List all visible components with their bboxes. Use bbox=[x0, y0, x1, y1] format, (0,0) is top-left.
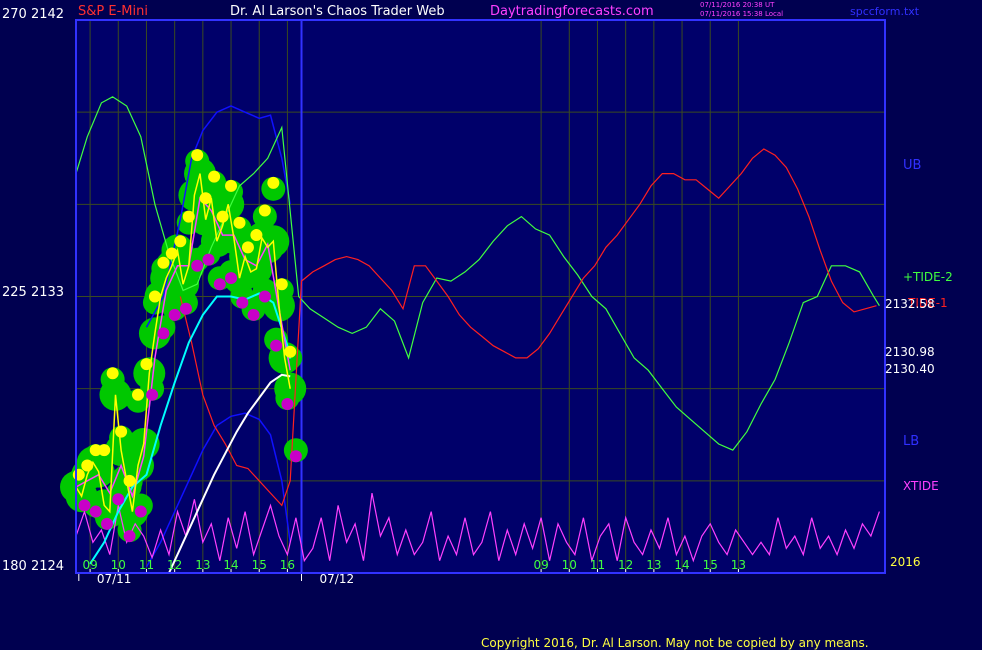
high-dot bbox=[106, 367, 119, 380]
low-dot bbox=[236, 296, 249, 309]
low-dot bbox=[191, 259, 204, 272]
high-dot bbox=[191, 149, 204, 162]
high-dot bbox=[225, 179, 238, 192]
hour-tick-label: 16 bbox=[280, 558, 295, 572]
low-dot bbox=[258, 290, 271, 303]
tide2-label: +TIDE-2 bbox=[903, 270, 953, 284]
copyright-notice: Copyright 2016, Dr. Al Larson. May not b… bbox=[481, 636, 869, 650]
hour-tick-label: 15 bbox=[252, 558, 267, 572]
high-dot bbox=[216, 210, 229, 223]
low-dot bbox=[179, 302, 192, 315]
low-dot bbox=[157, 327, 170, 340]
low-dot bbox=[247, 308, 260, 321]
low-dot bbox=[289, 450, 302, 463]
low-dot bbox=[270, 339, 283, 352]
high-dot bbox=[72, 468, 85, 481]
low-dot bbox=[78, 499, 91, 512]
hour-tick-label: 12 bbox=[167, 558, 182, 572]
hour-tick-label: 13 bbox=[646, 558, 661, 572]
hour-tick-label: 14 bbox=[223, 558, 238, 572]
low-dot bbox=[123, 530, 136, 543]
hour-tick-label: 13 bbox=[195, 558, 210, 572]
low-dot bbox=[146, 388, 159, 401]
high-dot bbox=[115, 425, 128, 438]
hour-tick-label: 09 bbox=[533, 558, 548, 572]
price-label-white: 2130.40 bbox=[885, 362, 935, 376]
low-dot bbox=[112, 493, 125, 506]
high-dot bbox=[258, 204, 271, 217]
low-dot bbox=[225, 272, 238, 285]
low-dot bbox=[281, 398, 294, 411]
high-dot bbox=[250, 229, 263, 242]
high-dot bbox=[140, 358, 153, 371]
xtide-label: XTIDE bbox=[903, 479, 939, 493]
hour-tick-label: 11 bbox=[590, 558, 605, 572]
high-dot bbox=[284, 345, 297, 358]
high-dot bbox=[267, 176, 280, 189]
year-label: 2016 bbox=[890, 555, 921, 569]
high-dot bbox=[199, 192, 212, 205]
hour-tick-label: 12 bbox=[618, 558, 633, 572]
high-dot bbox=[241, 241, 254, 254]
chaos-trader-chart: 09 10 11 12 13 14 15 16 09 10 11 12 13 14 15 13 07/11 07/… bbox=[60, 19, 886, 586]
price-label-cyan: 2130.98 bbox=[885, 345, 935, 359]
high-dot bbox=[157, 256, 170, 269]
hour-tick-label: 09 bbox=[82, 558, 97, 572]
hour-tick-label: 14 bbox=[674, 558, 689, 572]
high-dot bbox=[81, 459, 94, 472]
low-dot bbox=[168, 308, 181, 321]
high-dot bbox=[98, 444, 111, 457]
date-label: 07/12 bbox=[320, 572, 355, 586]
low-dot bbox=[101, 517, 114, 530]
price-label-upper: 2132.58 bbox=[885, 297, 935, 311]
low-dot bbox=[134, 505, 147, 518]
high-dot bbox=[132, 388, 145, 401]
hour-tick-label: 11 bbox=[139, 558, 154, 572]
hour-tick-label: 10 bbox=[111, 558, 126, 572]
hour-tick-label: 13 bbox=[731, 558, 746, 572]
high-dot bbox=[208, 170, 221, 183]
low-dot bbox=[213, 278, 226, 291]
hour-tick-label: 10 bbox=[562, 558, 577, 572]
high-dot bbox=[165, 247, 178, 260]
lb-label: LB bbox=[903, 434, 920, 449]
high-dot bbox=[174, 235, 187, 248]
high-dot bbox=[233, 216, 246, 229]
low-dot bbox=[89, 505, 102, 518]
hour-tick-label: 15 bbox=[703, 558, 718, 572]
high-dot bbox=[148, 290, 161, 303]
high-dot bbox=[275, 278, 288, 291]
high-dot bbox=[182, 210, 195, 223]
low-dot bbox=[202, 253, 215, 266]
date-label: 07/11 bbox=[97, 572, 132, 586]
ub-label: UB bbox=[903, 158, 922, 173]
high-dot bbox=[123, 474, 136, 487]
